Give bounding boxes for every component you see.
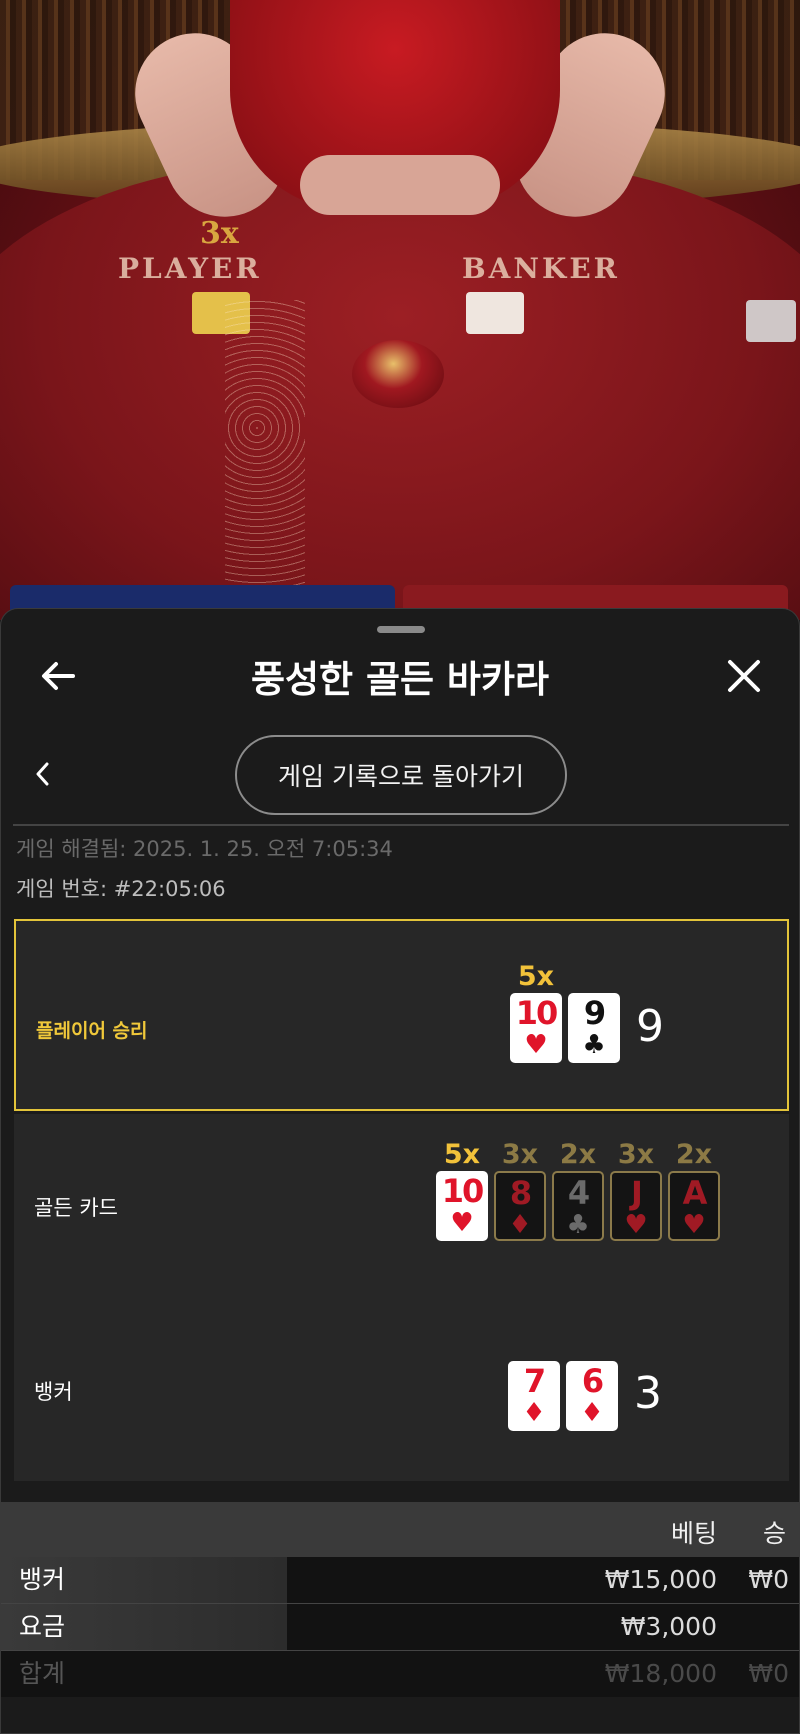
bet-amount: ₩3,000 xyxy=(620,1612,717,1641)
bet-amount: ₩18,000 xyxy=(604,1659,717,1688)
bet-row-label: 요금 xyxy=(1,1604,287,1650)
table-sparkle xyxy=(225,300,305,620)
card-multiplier: 2x xyxy=(675,1139,713,1170)
golden-card: 8 ♦ xyxy=(494,1171,546,1241)
result-label: 골든 카드 xyxy=(34,1196,118,1220)
bet-table-header: 베팅 승 xyxy=(1,1502,799,1557)
bet-column-header: 베팅 xyxy=(671,1519,718,1548)
bet-amount: ₩15,000 xyxy=(604,1565,717,1594)
drag-handle[interactable] xyxy=(377,626,425,633)
golden-card: 4 ♣ xyxy=(552,1171,604,1241)
felt-player-label: PLAYER xyxy=(118,252,262,285)
win-column-header: 승 xyxy=(763,1519,787,1548)
golden-card: A ♥ xyxy=(668,1171,720,1241)
result-row-banker: 뱅커 7 ♦ 6 ♦ 3 xyxy=(14,1296,789,1481)
golden-card: 10 ♥ xyxy=(436,1171,488,1241)
playing-card: 6 ♦ xyxy=(566,1361,618,1431)
playing-card: 10 ♥ xyxy=(510,993,562,1063)
golden-card: J ♥ xyxy=(610,1171,662,1241)
card-multiplier: 5x xyxy=(517,961,555,992)
player-score: 9 xyxy=(636,1001,664,1052)
card-multiplier: 2x xyxy=(559,1139,597,1170)
playing-card: 9 ♣ xyxy=(568,993,620,1063)
close-icon[interactable] xyxy=(725,657,763,695)
page-title: 풍성한 골든 바카라 xyxy=(250,658,550,701)
felt-multiplier: 3x xyxy=(200,216,239,251)
live-video-feed: 3x PLAYER BANKER xyxy=(0,0,800,620)
game-number: 게임 번호: #22:05:06 xyxy=(16,877,226,901)
win-amount: ₩0 xyxy=(748,1565,789,1594)
bet-row: 요금 ₩3,000 xyxy=(1,1604,799,1650)
bet-row-label: 합계 xyxy=(19,1659,66,1688)
felt-banker-label: BANKER xyxy=(462,252,620,285)
divider xyxy=(13,824,789,826)
win-amount: ₩0 xyxy=(748,1659,789,1688)
bet-row-label: 뱅커 xyxy=(1,1557,287,1603)
table-dome xyxy=(352,340,444,408)
bet-row: 뱅커 ₩15,000 ₩0 xyxy=(1,1557,799,1603)
card-multiplier: 3x xyxy=(617,1139,655,1170)
felt-card-shoe xyxy=(746,300,796,342)
resolved-time: 게임 해결됨: 2025. 1. 25. 오전 7:05:34 xyxy=(16,837,393,861)
chevron-left-icon[interactable] xyxy=(31,759,55,789)
banker-score: 3 xyxy=(634,1368,662,1419)
result-row-golden: 골든 카드 5x 10 ♥ 3x 8 ♦ 2x 4 ♣ 3x J ♥ 2x A ♥ xyxy=(14,1114,789,1296)
card-multiplier: 3x xyxy=(501,1139,539,1170)
felt-banker-card xyxy=(466,292,524,334)
dealer-hands xyxy=(300,155,500,215)
back-to-history-button[interactable]: 게임 기록으로 돌아가기 xyxy=(235,735,567,815)
result-row-player: 플레이어 승리 5x 10 ♥ 9 ♣ 9 xyxy=(14,919,789,1111)
result-label: 뱅커 xyxy=(34,1380,73,1404)
total-row: 합계 ₩18,000 ₩0 xyxy=(1,1651,799,1697)
playing-card: 7 ♦ xyxy=(508,1361,560,1431)
game-history-sheet: 풍성한 골든 바카라 게임 기록으로 돌아가기 게임 해결됨: 2025. 1.… xyxy=(0,608,800,1734)
result-label: 플레이어 승리 xyxy=(36,1020,148,1042)
card-multiplier: 5x xyxy=(443,1139,481,1170)
